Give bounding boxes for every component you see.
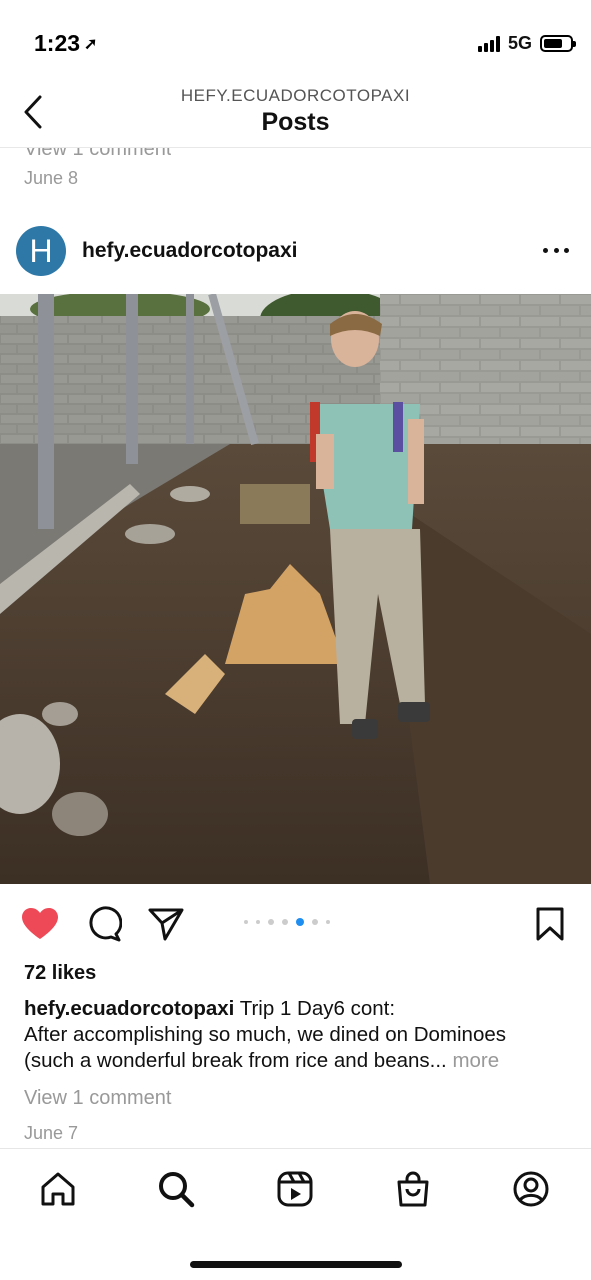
home-indicator	[190, 1261, 402, 1268]
post-actions	[0, 896, 591, 950]
shop-icon	[397, 1171, 429, 1207]
carousel-indicator	[244, 918, 330, 926]
bottom-nav	[0, 1148, 591, 1280]
carousel-dot	[268, 919, 274, 925]
likes-count[interactable]: 72 likes	[24, 962, 96, 985]
nav-profile[interactable]	[509, 1167, 553, 1211]
battery-icon	[540, 35, 576, 52]
carousel-dot	[256, 920, 260, 924]
save-button[interactable]	[530, 904, 570, 944]
network-label: 5G	[507, 33, 532, 53]
carousel-dot	[296, 918, 304, 926]
status-time: 1:23 ➚	[34, 30, 97, 57]
time-label: 1:23	[34, 30, 81, 56]
share-button[interactable]	[146, 904, 186, 944]
nav-shop[interactable]	[391, 1167, 435, 1211]
post-photo-illustration	[0, 294, 591, 884]
more-horizontal-icon	[543, 247, 548, 253]
heart-icon	[22, 908, 58, 939]
send-icon	[148, 908, 184, 941]
more-options-button[interactable]	[543, 240, 569, 260]
nav-search[interactable]	[154, 1167, 198, 1211]
post-photo[interactable]	[0, 294, 591, 884]
caption-line-2: After accomplishing so much, we dined on…	[24, 1023, 506, 1046]
caption-more-link[interactable]: more	[452, 1049, 499, 1072]
signal-icon	[477, 35, 500, 52]
nav-home[interactable]	[36, 1167, 80, 1211]
post-caption: hefy.ecuadorcotopaxi Trip 1 Day6 cont: A…	[24, 996, 569, 1074]
search-icon	[159, 1172, 195, 1208]
post-date: June 7	[24, 1123, 79, 1143]
reels-icon	[277, 1171, 313, 1207]
bookmark-icon	[536, 907, 564, 941]
comment-icon	[89, 906, 122, 942]
status-indicators: 5G	[477, 33, 576, 54]
header-username: HEFY.ECUADORCOTOPAXI	[180, 86, 411, 105]
post-header: H hefy.ecuadorcotopaxi	[0, 222, 591, 282]
profile-icon	[513, 1171, 549, 1207]
top-header: HEFY.ECUADORCOTOPAXI Posts	[0, 80, 591, 148]
caption-line-3: (such a wonderful break from rice and be…	[24, 1049, 447, 1072]
view-comments-link[interactable]: View 1 comment	[24, 1087, 171, 1110]
caption-line-1: Trip 1 Day6 cont:	[239, 997, 396, 1020]
home-icon	[41, 1172, 75, 1206]
carousel-dot	[244, 920, 248, 924]
comment-button[interactable]	[84, 904, 124, 944]
carousel-dot	[326, 920, 330, 924]
page-title: Posts	[261, 108, 330, 136]
status-bar: 1:23 ➚ 5G	[0, 0, 591, 80]
post-username[interactable]: hefy.ecuadorcotopaxi	[82, 239, 298, 263]
like-button[interactable]	[20, 904, 60, 944]
avatar[interactable]: H	[16, 226, 66, 276]
carousel-dot	[312, 919, 318, 925]
location-arrow-icon: ➚	[84, 36, 98, 53]
previous-post-date: June 8	[24, 168, 79, 188]
carousel-dot	[282, 919, 288, 925]
nav-reels[interactable]	[273, 1167, 317, 1211]
caption-username[interactable]: hefy.ecuadorcotopaxi	[24, 997, 234, 1020]
